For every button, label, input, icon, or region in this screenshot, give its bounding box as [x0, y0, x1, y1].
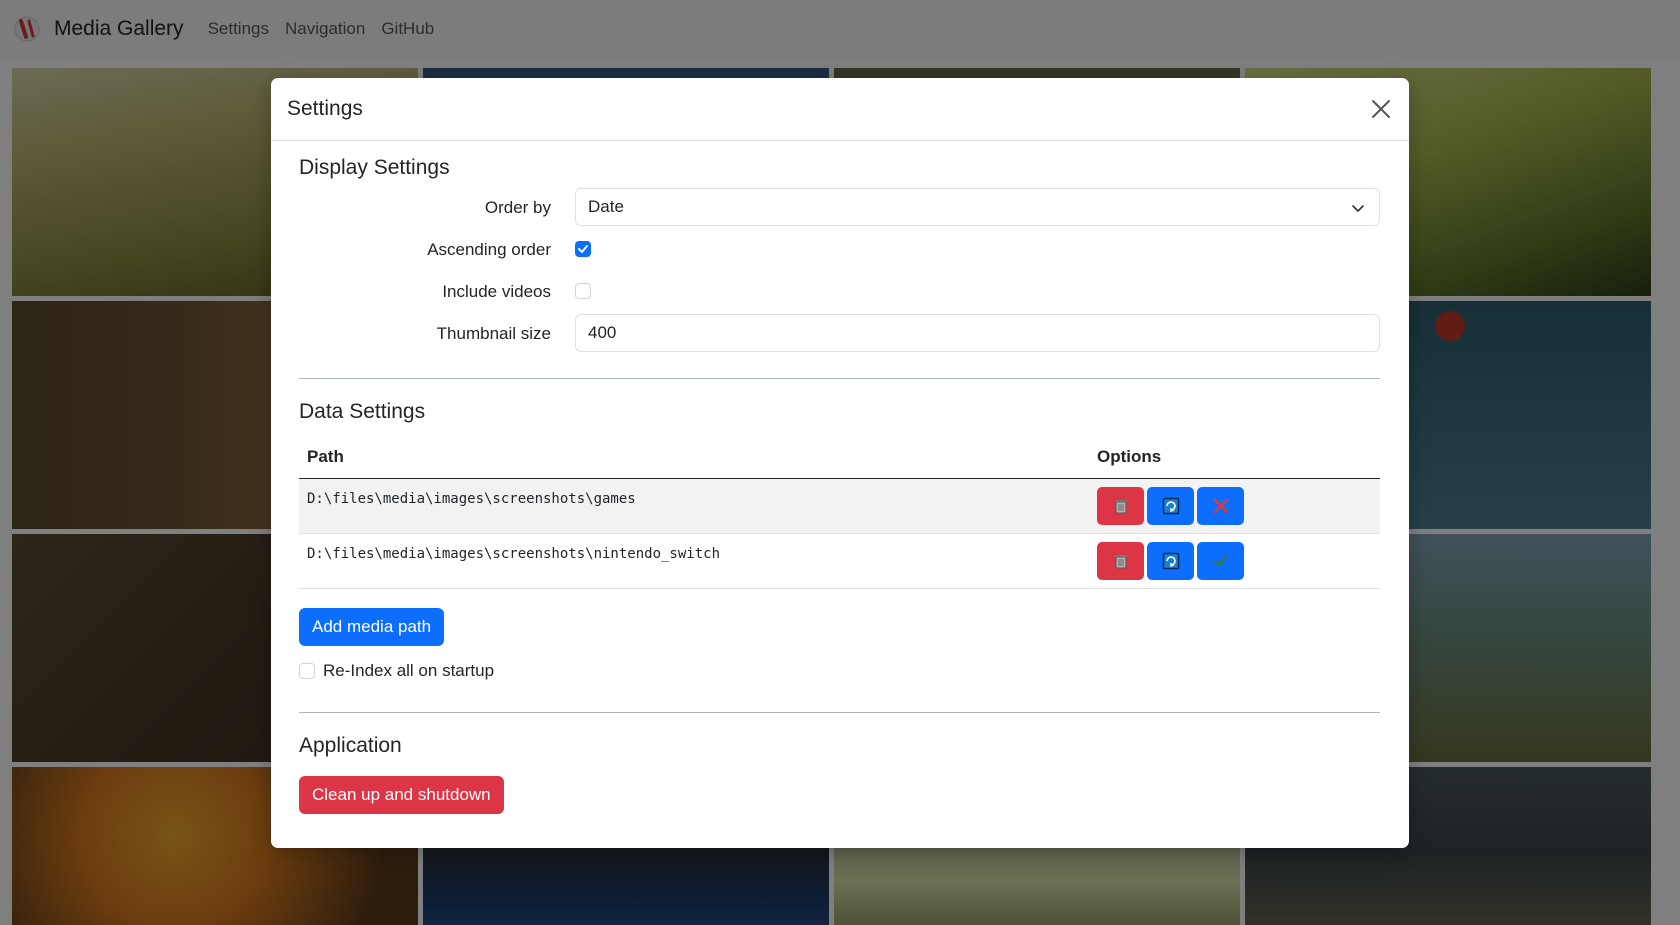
- table-row: D:\files\media\images\screenshots\games: [299, 478, 1380, 534]
- media-path-cell: D:\files\media\images\screenshots\games: [299, 478, 1089, 534]
- options-cell: [1089, 533, 1380, 589]
- checkmark-icon: [1213, 554, 1228, 566]
- path-column-header: Path: [299, 436, 1089, 479]
- reindex-on-startup-checkbox[interactable]: [299, 663, 315, 679]
- modal-title: Settings: [287, 97, 363, 120]
- toggle-path-button[interactable]: [1197, 486, 1244, 525]
- section-divider: [299, 378, 1380, 379]
- include-videos-row: Include videos: [299, 272, 1380, 314]
- options-column-header: Options: [1089, 436, 1380, 479]
- section-divider: [299, 712, 1380, 713]
- add-media-path-button[interactable]: Add media path: [299, 608, 445, 646]
- thumbnail-size-input[interactable]: 400: [575, 314, 1380, 352]
- display-settings-heading: Display Settings: [299, 156, 450, 179]
- application-heading: Application: [299, 734, 402, 757]
- data-settings-heading: Data Settings: [299, 400, 426, 423]
- ascending-label: Ascending order: [427, 240, 551, 259]
- toggle-path-button[interactable]: [1197, 541, 1244, 580]
- table-header-row: Path Options: [299, 436, 1380, 479]
- order-by-row: Order by Date: [299, 188, 1380, 230]
- reindex-path-button[interactable]: [1147, 486, 1194, 525]
- media-path-cell: D:\files\media\images\screenshots\ninten…: [299, 533, 1089, 589]
- reindex-on-startup-row: Re-Index all on startup: [299, 661, 494, 681]
- settings-modal: Settings Display Settings Order by Date …: [271, 78, 1409, 848]
- refresh-icon: [1162, 552, 1179, 569]
- ascending-row: Ascending order: [299, 230, 1380, 272]
- checkmark-icon: [578, 245, 588, 253]
- media-paths-table: Path Options D:\files\media\images\scree…: [299, 436, 1380, 589]
- order-by-select[interactable]: Date: [575, 188, 1380, 226]
- include-videos-label: Include videos: [442, 282, 551, 301]
- thumbnail-size-value: 400: [588, 323, 617, 342]
- table-row: D:\files\media\images\screenshots\ninten…: [299, 533, 1380, 589]
- modal-header: Settings: [271, 78, 1409, 141]
- cross-icon: [1213, 498, 1228, 513]
- reindex-path-button[interactable]: [1147, 541, 1194, 580]
- thumbnail-size-label: Thumbnail size: [436, 324, 551, 343]
- include-videos-checkbox[interactable]: [575, 283, 591, 299]
- ascending-checkbox[interactable]: [575, 241, 591, 257]
- order-by-label: Order by: [484, 198, 551, 217]
- order-by-value: Date: [588, 197, 624, 216]
- trash-icon: [1114, 554, 1127, 568]
- reindex-on-startup-label: Re-Index all on startup: [323, 661, 495, 680]
- delete-path-button[interactable]: [1097, 541, 1144, 580]
- shutdown-button[interactable]: Clean up and shutdown: [299, 776, 504, 814]
- delete-path-button[interactable]: [1097, 486, 1144, 525]
- refresh-icon: [1162, 497, 1179, 514]
- options-cell: [1089, 478, 1380, 534]
- trash-icon: [1114, 499, 1127, 513]
- thumbnail-size-row: Thumbnail size 400: [299, 314, 1380, 356]
- close-icon[interactable]: [1369, 97, 1393, 121]
- chevron-down-icon: [1352, 205, 1364, 212]
